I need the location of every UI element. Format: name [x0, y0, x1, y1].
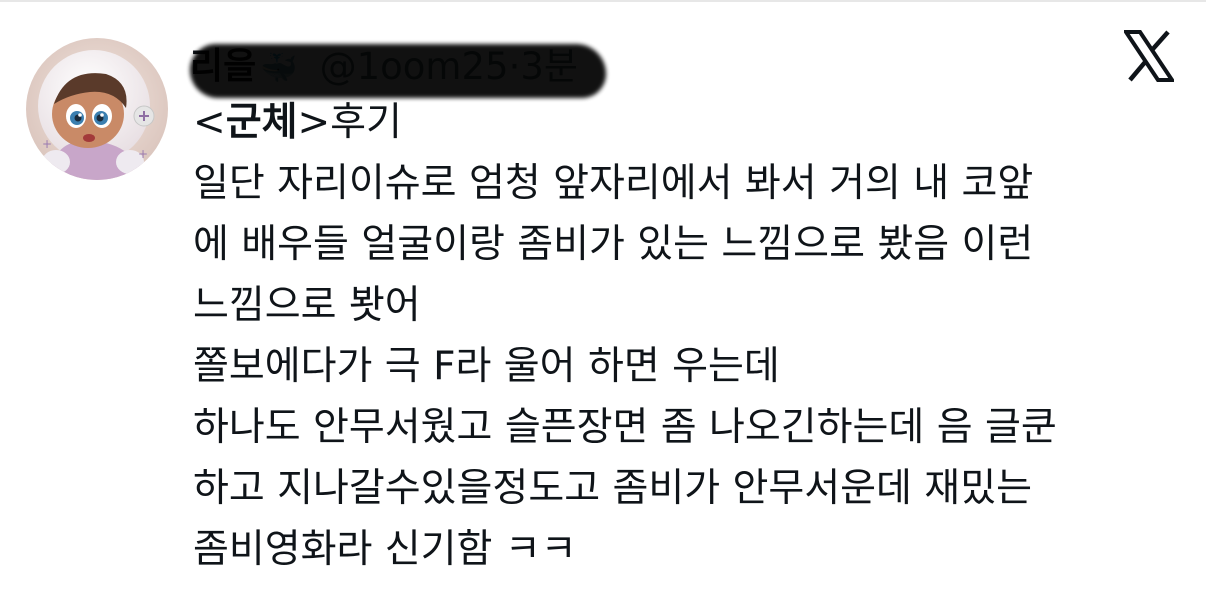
tweet-header: 리을 🐳 @1oom25·3분 [190, 36, 578, 90]
title-open-bracket: < [193, 100, 226, 145]
tweet-line-3: 느낌으로 봣어 [193, 283, 421, 328]
avatar[interactable]: + + [26, 38, 168, 180]
post-time[interactable]: 3분 [520, 45, 578, 88]
handle-and-time: @1oom25·3분 [320, 36, 578, 90]
svg-text:+: + [42, 137, 52, 151]
x-logo-icon[interactable] [1122, 30, 1176, 82]
title-after: 후기 [330, 100, 402, 145]
title-close-bracket: > [297, 100, 331, 145]
tweet-line-1: 일단 자리이슈로 엄청 앞자리에서 봐서 거의 내 코앞 [193, 161, 1034, 206]
display-name[interactable]: 리을 🐳 [190, 37, 298, 89]
time-separator: · [508, 45, 521, 88]
tweet-line-5: 하나도 안무서웠고 슬픈장면 좀 나오긴하는데 음 글쿤 [193, 405, 1057, 450]
tweet-line-6: 하고 지나갈수있을정도고 좀비가 안무서운데 재밌는 [193, 466, 1032, 511]
svg-text:+: + [138, 147, 148, 161]
display-name-text: 리을 [190, 46, 257, 87]
top-divider [0, 0, 1206, 2]
tweet-line-7: 좀비영화라 신기함 ㅋㅋ [193, 527, 577, 572]
tweet-text: <군체>후기 일단 자리이슈로 엄청 앞자리에서 봐서 거의 내 코앞 에 배우… [193, 92, 1183, 580]
tweet-title-line: <군체>후기 [193, 92, 1183, 153]
title-bold-word: 군체 [225, 100, 298, 145]
name-emoji: 🐳 [260, 51, 298, 86]
tweet-line-2: 에 배우들 얼굴이랑 좀비가 있는 느낌으로 봤음 이런 [193, 222, 1034, 267]
user-handle[interactable]: @1oom25 [320, 45, 509, 88]
tweet-line-4: 쫄보에다가 극 F라 울어 하면 우는데 [193, 344, 780, 389]
